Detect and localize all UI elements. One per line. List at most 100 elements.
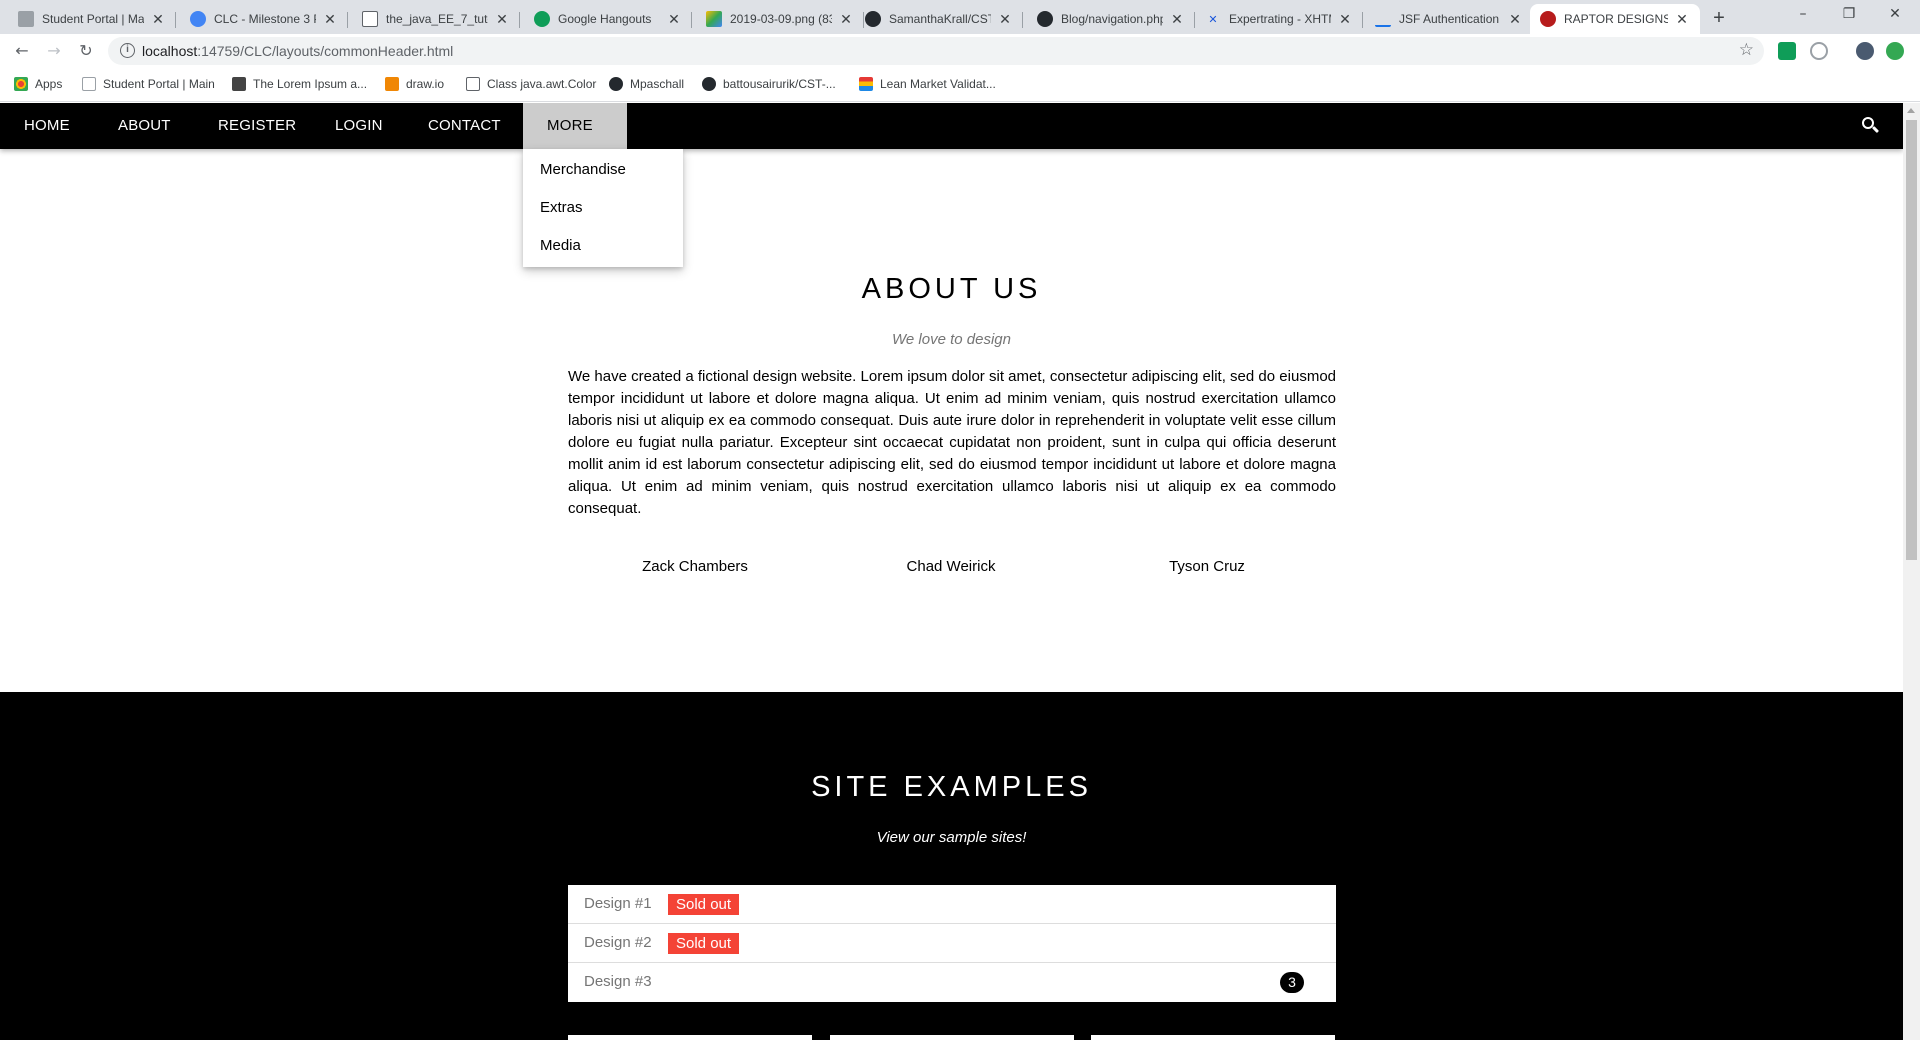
dropdown-item-merchandise[interactable]: Merchandise: [523, 151, 683, 189]
list-item[interactable]: Design #2 Sold out: [568, 924, 1336, 963]
close-tab-icon[interactable]: ✕: [1674, 11, 1690, 28]
bookmark-item[interactable]: Mpaschall: [609, 77, 684, 91]
search-button[interactable]: [1847, 103, 1893, 149]
close-tab-icon[interactable]: ✕: [150, 11, 166, 28]
browser-tab[interactable]: SamanthaKrall/CST ✕: [855, 4, 1023, 34]
bookmark-apps[interactable]: Apps: [14, 77, 62, 91]
bookmark-star-icon[interactable]: ☆: [1739, 40, 1754, 60]
nav-more-label: MORE: [547, 117, 593, 134]
forward-arrow-icon[interactable]: →: [42, 39, 66, 63]
drawio-icon: [385, 77, 399, 91]
example-label: Design #2: [584, 934, 652, 951]
search-icon-handle: [1871, 125, 1880, 134]
bookmark-label: draw.io: [406, 77, 445, 91]
bookmark-label: Student Portal | Main: [103, 77, 215, 91]
page-scrollbar[interactable]: [1903, 103, 1920, 1040]
browser-tab-active[interactable]: RAPTOR DESIGNS ✕: [1530, 4, 1700, 34]
lorem-ipsum-icon: [232, 77, 246, 91]
nav-login[interactable]: LOGIN: [311, 103, 407, 149]
url-path: :14759/CLC/layouts/commonHeader.html: [197, 43, 454, 59]
close-tab-icon[interactable]: ✕: [997, 11, 1013, 28]
close-window-icon[interactable]: ✕: [1872, 0, 1918, 30]
browser-tab[interactable]: JSF Authentication ✕: [1365, 4, 1533, 34]
tab-title: 2019-03-09.png (83: [730, 12, 832, 26]
profile-avatar-icon[interactable]: [1856, 42, 1874, 60]
minimize-icon[interactable]: –: [1780, 0, 1826, 30]
tab-separator: [347, 12, 348, 28]
tab-title: Blog/navigation.php: [1061, 12, 1163, 26]
browser-tab[interactable]: ✕ Expertrating - XHTM ✕: [1195, 4, 1363, 34]
browser-tab[interactable]: Blog/navigation.php ✕: [1027, 4, 1195, 34]
site-info-icon[interactable]: i: [120, 43, 135, 58]
tab-separator: [519, 12, 520, 28]
close-tab-icon[interactable]: ✕: [1507, 11, 1523, 28]
hangouts-icon: [534, 11, 550, 27]
address-bar[interactable]: i localhost:14759/CLC/layouts/commonHead…: [108, 37, 1764, 65]
example-card[interactable]: [1091, 1035, 1335, 1041]
tab-title: Google Hangouts: [558, 12, 652, 26]
extension-check-icon[interactable]: [1778, 42, 1796, 60]
nav-contact[interactable]: CONTACT: [404, 103, 525, 149]
github-icon: [865, 11, 881, 27]
scrollbar-thumb[interactable]: [1906, 120, 1917, 560]
close-tab-icon[interactable]: ✕: [1337, 11, 1353, 28]
tab-title: CLC - Milestone 3 P: [214, 12, 316, 26]
browser-tab[interactable]: Student Portal | Main ✕: [8, 4, 176, 34]
tab-title: SamanthaKrall/CST: [889, 12, 991, 26]
bookmark-item[interactable]: Class java.awt.Color: [466, 77, 596, 91]
tab-separator: [1362, 12, 1363, 28]
nav-about[interactable]: ABOUT: [94, 103, 195, 149]
examples-subtitle: View our sample sites!: [876, 829, 1027, 846]
url-text[interactable]: localhost:14759/CLC/layouts/commonHeader…: [142, 43, 453, 59]
tab-title: Expertrating - XHTM: [1229, 12, 1331, 26]
tab-title: RAPTOR DESIGNS: [1564, 12, 1668, 26]
browser-tab[interactable]: 2019-03-09.png (83 ✕: [696, 4, 864, 34]
github-icon: [1037, 11, 1053, 27]
lean-market-icon: [859, 77, 873, 91]
close-tab-icon[interactable]: ✕: [1169, 11, 1185, 28]
browser-tab[interactable]: the_java_EE_7_tutor ✕: [352, 4, 520, 34]
bookmark-item[interactable]: battousairurik/CST-...: [702, 77, 836, 91]
dropdown-item-media[interactable]: Media: [523, 227, 683, 265]
list-item[interactable]: Design #1 Sold out: [568, 885, 1336, 924]
close-tab-icon[interactable]: ✕: [322, 11, 338, 28]
close-tab-icon[interactable]: ✕: [838, 11, 854, 28]
count-badge: 3: [1280, 972, 1304, 993]
browser-tab[interactable]: Google Hangouts ✕: [524, 4, 692, 34]
about-subtitle: We love to design: [892, 331, 1011, 348]
sold-out-badge: Sold out: [668, 894, 740, 915]
bookmark-item[interactable]: Lean Market Validat...: [859, 77, 996, 91]
page-favicon-icon: [1375, 11, 1391, 27]
nav-more-dropdown[interactable]: MORE: [523, 103, 627, 175]
close-tab-icon[interactable]: ✕: [666, 11, 682, 28]
team-member-name: Tyson Cruz: [1169, 558, 1245, 575]
bookmark-item[interactable]: Student Portal | Main: [82, 77, 215, 91]
bookmark-label: battousairurik/CST-...: [723, 77, 836, 91]
bookmark-label: The Lorem Ipsum a...: [253, 77, 368, 91]
apps-grid-icon: [14, 77, 28, 91]
scroll-up-icon[interactable]: [1907, 108, 1915, 113]
example-card[interactable]: [568, 1035, 812, 1041]
github-icon: [702, 77, 716, 91]
tab-title: the_java_EE_7_tutor: [386, 12, 488, 26]
back-arrow-icon[interactable]: ←: [10, 39, 34, 63]
url-host: localhost: [142, 43, 198, 59]
new-tab-icon[interactable]: +: [1705, 6, 1733, 32]
example-card[interactable]: [830, 1035, 1074, 1041]
extension-icon[interactable]: [1810, 42, 1828, 60]
reload-icon[interactable]: ↻: [74, 39, 98, 63]
close-tab-icon[interactable]: ✕: [494, 11, 510, 28]
nav-register[interactable]: REGISTER: [194, 103, 320, 149]
bookmark-item[interactable]: The Lorem Ipsum a...: [232, 77, 367, 91]
document-icon: [466, 77, 480, 91]
list-item[interactable]: Design #3 3: [568, 963, 1336, 1002]
update-icon[interactable]: [1886, 42, 1904, 60]
nav-home[interactable]: HOME: [0, 103, 94, 149]
bookmark-item[interactable]: draw.io: [385, 77, 444, 91]
dropdown-item-extras[interactable]: Extras: [523, 189, 683, 227]
drive-icon: [706, 11, 722, 27]
browser-tab[interactable]: CLC - Milestone 3 P ✕: [180, 4, 348, 34]
restore-icon[interactable]: ❐: [1826, 0, 1872, 30]
globe-icon: [190, 11, 206, 27]
example-label: Design #1: [584, 895, 652, 912]
